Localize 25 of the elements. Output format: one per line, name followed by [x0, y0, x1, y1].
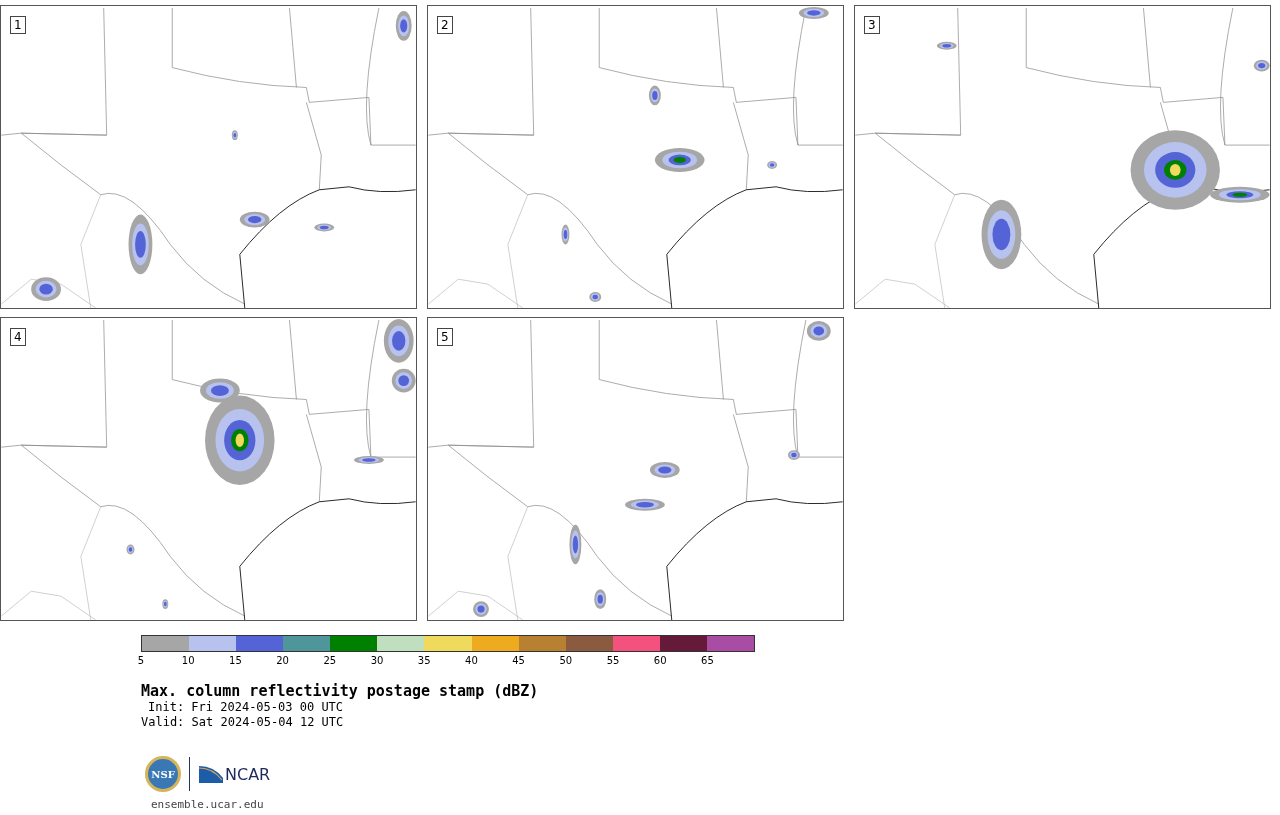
chart-title: Max. column reflectivity postage stamp (dBZ) — [141, 682, 540, 700]
panel-number: 2 — [437, 16, 453, 34]
scale-tick-label: 65 — [701, 655, 714, 667]
ncar-logo: NCAR — [198, 764, 271, 784]
scale-tick-label: 55 — [606, 655, 620, 667]
panel-number: 4 — [10, 328, 26, 346]
panel-number: 5 — [437, 328, 453, 346]
valid-time-text: Valid: Sat 2024-05-04 12 UTC — [141, 715, 345, 730]
scale-tick-label: 5 — [137, 655, 145, 667]
panel-number: 3 — [864, 16, 880, 34]
scale-tick-label: 45 — [512, 655, 525, 667]
scale-tick-label: 25 — [323, 655, 337, 667]
scale-tick-label: 40 — [465, 655, 478, 667]
scale-tick-label: 50 — [559, 655, 573, 667]
scale-tick-label: 20 — [276, 655, 289, 667]
scale-tick-label: 60 — [653, 655, 667, 667]
scale-tick-label: 35 — [417, 655, 431, 667]
scale-tick-label: 15 — [229, 655, 242, 667]
panel-number: 1 — [10, 16, 26, 34]
scale-tick-label: 30 — [370, 655, 384, 667]
site-address-text: ensemble.ucar.edu — [151, 798, 265, 812]
init-time-text: Init: Fri 2024-05-03 00 UTC — [147, 700, 345, 715]
nsf-logo: NSF — [145, 756, 181, 792]
ncar-arc-icon — [198, 764, 224, 784]
scale-tick-label: 10 — [181, 655, 195, 667]
